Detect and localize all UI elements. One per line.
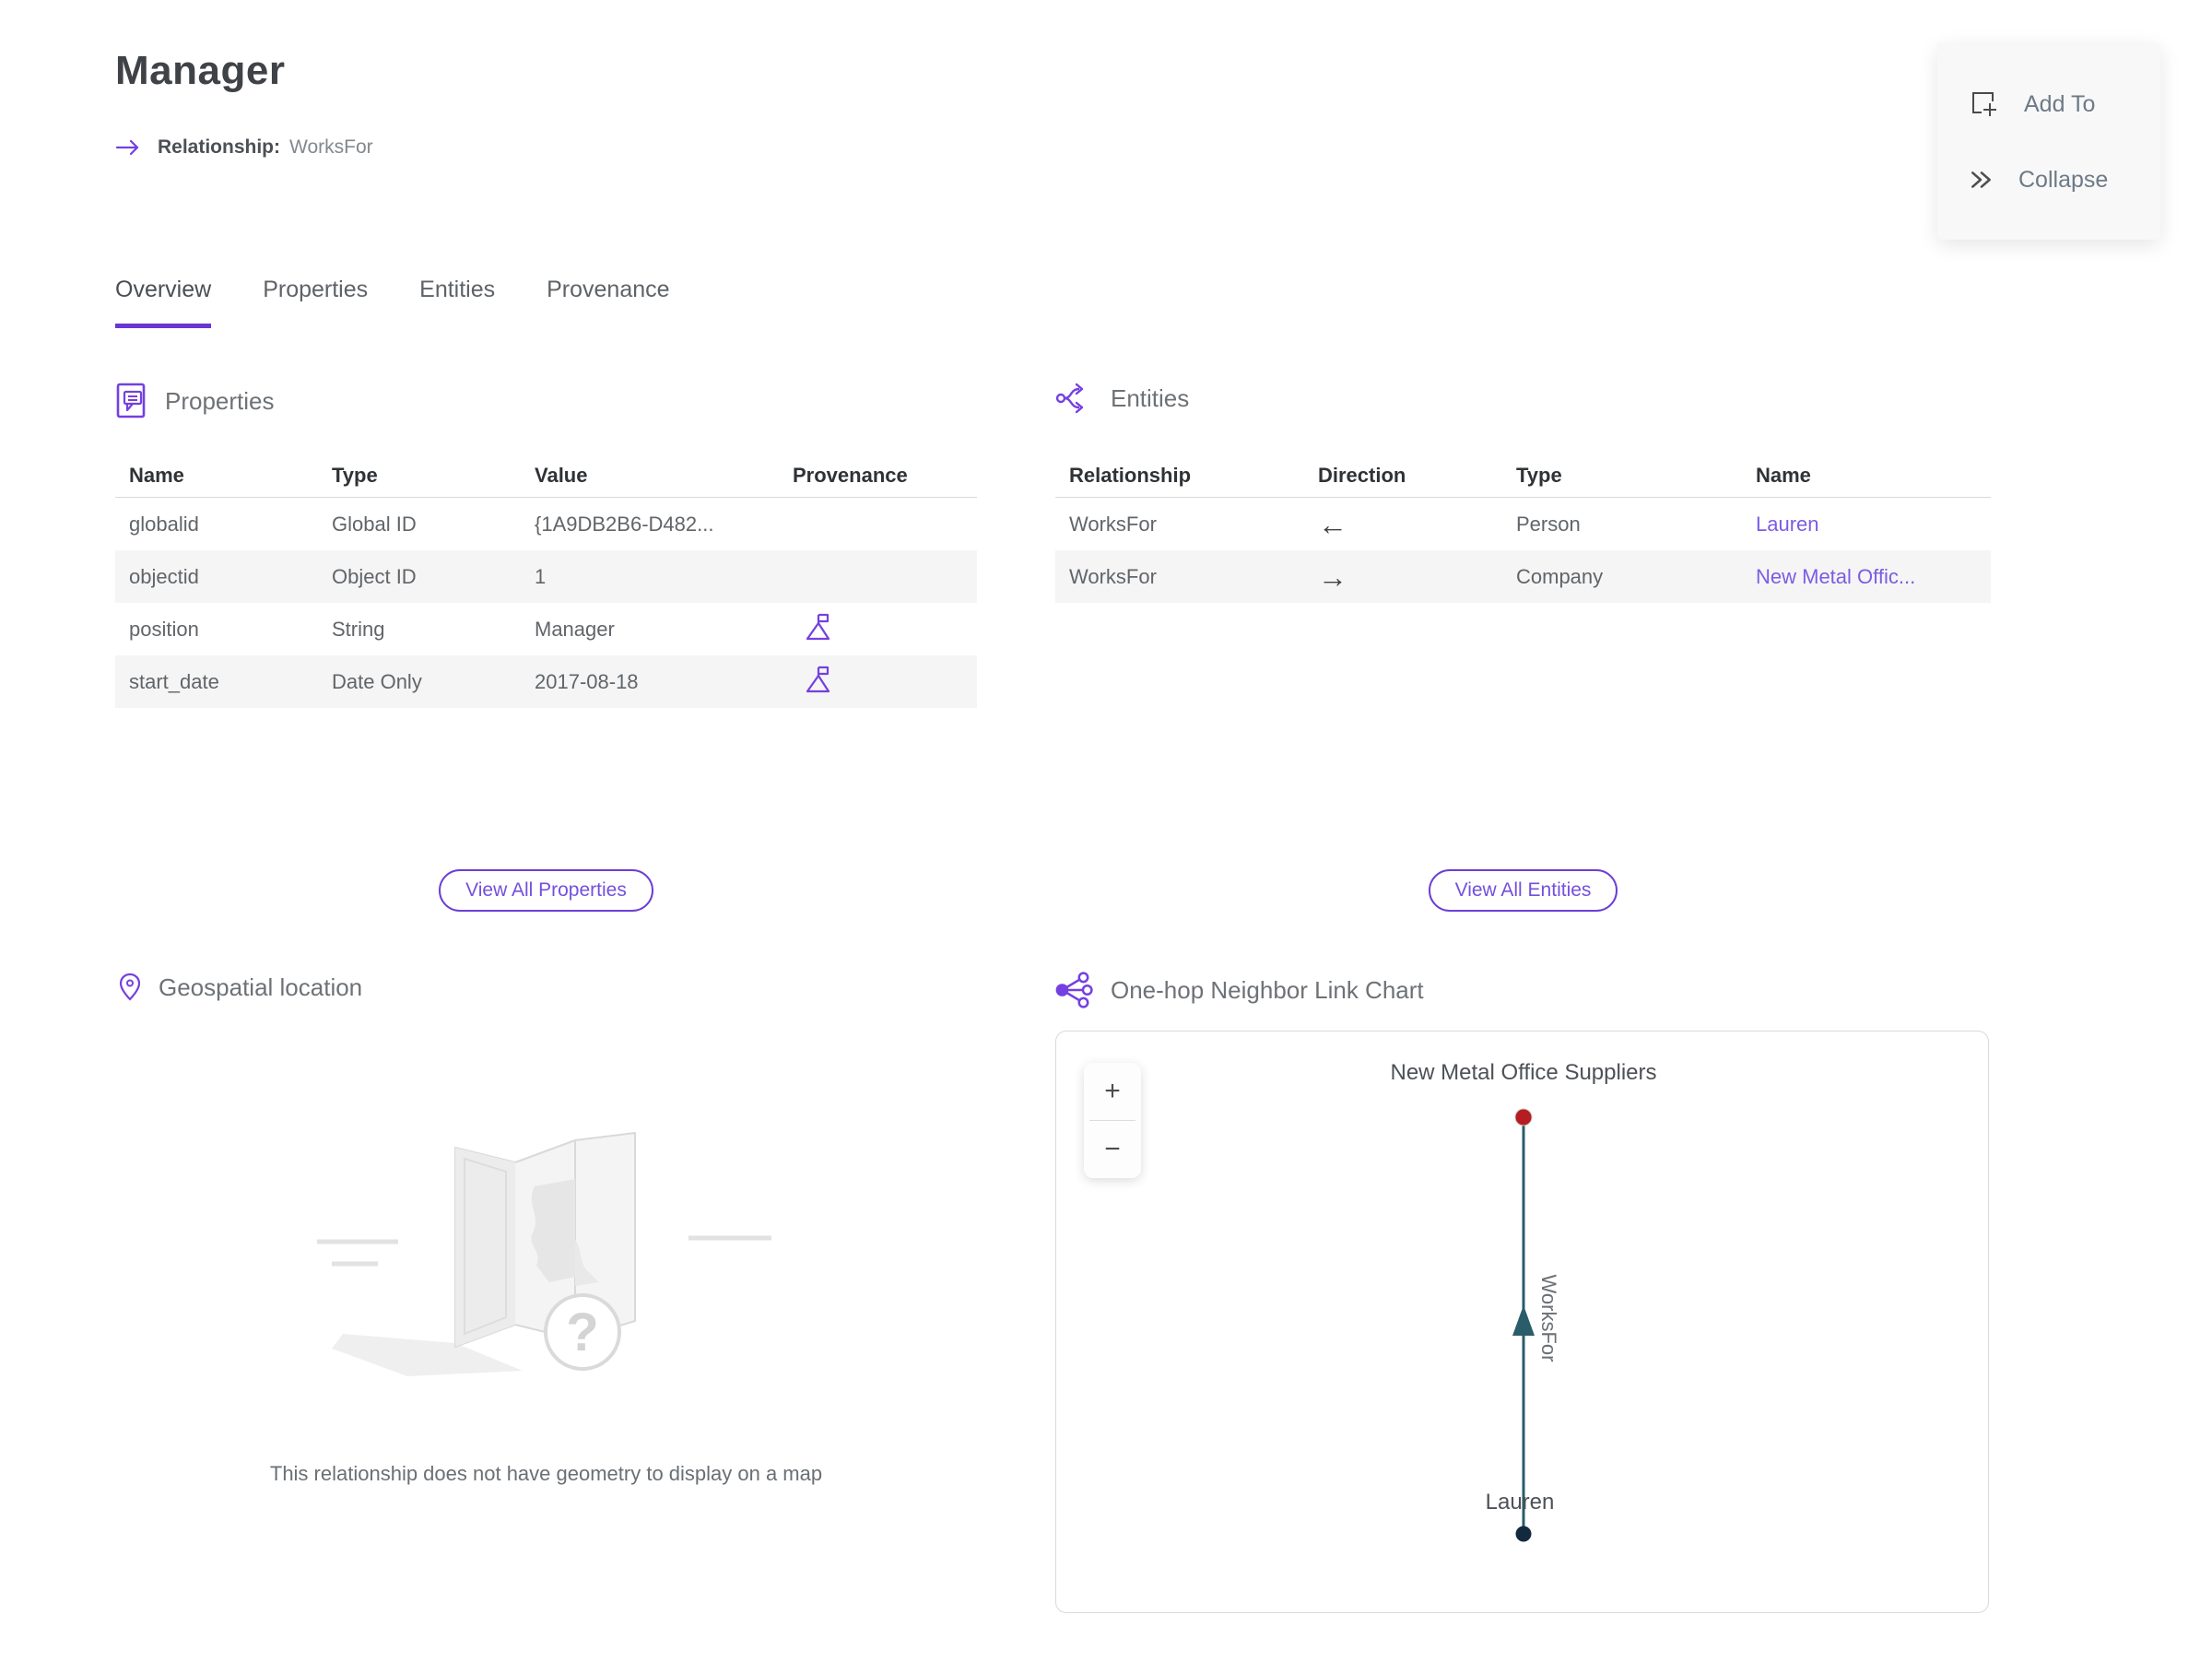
view-all-properties-button[interactable]: View All Properties bbox=[439, 869, 653, 912]
link-chart-section-header: One-hop Neighbor Link Chart bbox=[1053, 972, 1424, 1008]
edge-arrowhead bbox=[1512, 1305, 1535, 1336]
prop-type: String bbox=[332, 617, 385, 641]
double-chevron-right-icon bbox=[1969, 167, 1994, 193]
tab-bar: Overview Properties Entities Provenance bbox=[115, 277, 670, 328]
subtitle-value: WorksFor bbox=[289, 136, 373, 158]
col-name: Name bbox=[129, 463, 184, 487]
prop-name: start_date bbox=[129, 669, 219, 693]
col-provenance: Provenance bbox=[793, 463, 908, 487]
col-name: Name bbox=[1756, 463, 1811, 487]
direction-arrow-icon: ← bbox=[1318, 507, 1347, 541]
map-pin-icon bbox=[118, 972, 142, 1003]
breadcrumb: Relationship: WorksFor bbox=[115, 136, 373, 159]
node-label-bottom: Lauren bbox=[1486, 1490, 1555, 1515]
actions-panel: Add To Collapse bbox=[1937, 42, 2160, 240]
zoom-in-button[interactable]: + bbox=[1084, 1063, 1141, 1120]
entity-relationship: WorksFor bbox=[1069, 564, 1157, 588]
prop-value: 1 bbox=[535, 564, 547, 588]
prop-value: {1A9DB2B6-D482... bbox=[535, 512, 714, 536]
zoom-controls: + − bbox=[1084, 1063, 1141, 1178]
col-direction: Direction bbox=[1318, 463, 1406, 487]
properties-icon bbox=[115, 382, 148, 420]
table-row: objectid Object ID 1 bbox=[115, 550, 977, 603]
entity-type: Person bbox=[1516, 512, 1581, 536]
node-label-top: New Metal Office Suppliers bbox=[1390, 1060, 1656, 1085]
add-to-icon bbox=[1969, 88, 2000, 120]
prop-name: globalid bbox=[129, 512, 199, 536]
table-row: WorksFor ← Person Lauren bbox=[1055, 498, 1991, 550]
share-network-icon bbox=[1053, 972, 1094, 1008]
entities-table-header: Relationship Direction Type Name bbox=[1055, 454, 1991, 498]
collapse-label: Collapse bbox=[2018, 166, 2109, 193]
edge-label: WorksFor bbox=[1537, 1275, 1560, 1362]
col-value: Value bbox=[535, 463, 588, 487]
node-company[interactable] bbox=[1514, 1108, 1533, 1126]
col-type: Type bbox=[332, 463, 378, 487]
provenance-flag-icon[interactable] bbox=[793, 612, 977, 647]
col-relationship: Relationship bbox=[1069, 463, 1192, 487]
map-placeholder-illustration: ? bbox=[306, 1102, 785, 1392]
properties-table-header: Name Type Value Provenance bbox=[115, 454, 977, 498]
question-mark-glyph: ? bbox=[566, 1303, 598, 1362]
entity-relationship: WorksFor bbox=[1069, 512, 1157, 536]
prop-type: Date Only bbox=[332, 669, 422, 693]
properties-table: Name Type Value Provenance globalid Glob… bbox=[115, 454, 977, 708]
link-chart-canvas[interactable]: WorksFor New Metal Office Suppliers Laur… bbox=[1055, 1031, 1989, 1613]
zoom-out-button[interactable]: − bbox=[1084, 1121, 1141, 1178]
table-row: position String Manager bbox=[115, 603, 977, 655]
geospatial-empty-message: This relationship does not have geometry… bbox=[269, 1462, 823, 1485]
table-row: WorksFor → Company New Metal Offic... bbox=[1055, 550, 1991, 603]
entities-icon bbox=[1055, 382, 1094, 415]
prop-type: Object ID bbox=[332, 564, 417, 588]
tab-entities[interactable]: Entities bbox=[419, 277, 495, 328]
add-to-label: Add To bbox=[2024, 90, 2096, 117]
tab-overview[interactable]: Overview bbox=[115, 277, 212, 328]
add-to-button[interactable]: Add To bbox=[1969, 88, 2160, 120]
provenance-flag-icon[interactable] bbox=[793, 665, 977, 700]
prop-name: position bbox=[129, 617, 199, 641]
subtitle-label: Relationship: bbox=[158, 136, 281, 158]
entity-name-link[interactable]: Lauren bbox=[1756, 513, 1991, 536]
tab-properties[interactable]: Properties bbox=[263, 277, 368, 328]
link-chart-section-title: One-hop Neighbor Link Chart bbox=[1111, 975, 1424, 1004]
relationship-arrow-icon bbox=[115, 136, 141, 159]
prop-value: 2017-08-18 bbox=[535, 669, 639, 693]
link-chart-graph: WorksFor New Metal Office Suppliers Laur… bbox=[1390, 1060, 1657, 1542]
prop-type: Global ID bbox=[332, 512, 417, 536]
collapse-button[interactable]: Collapse bbox=[1969, 167, 2160, 194]
table-row: start_date Date Only 2017-08-18 bbox=[115, 655, 977, 708]
entities-table: Relationship Direction Type Name WorksFo… bbox=[1055, 454, 1991, 603]
relationship-detail-page: Manager Relationship: WorksFor Add To Co… bbox=[0, 0, 2212, 1674]
properties-section-title: Properties bbox=[165, 386, 275, 415]
entities-section-title: Entities bbox=[1111, 383, 1190, 412]
prop-value: Manager bbox=[535, 617, 615, 641]
view-all-entities-button[interactable]: View All Entities bbox=[1428, 869, 1618, 912]
node-person[interactable] bbox=[1515, 1526, 1532, 1542]
col-type: Type bbox=[1516, 463, 1562, 487]
page-title: Manager bbox=[115, 48, 286, 93]
geospatial-section-header: Geospatial location bbox=[118, 972, 362, 1003]
prop-name: objectid bbox=[129, 564, 199, 588]
properties-section-header: Properties bbox=[115, 382, 275, 420]
tab-provenance[interactable]: Provenance bbox=[547, 277, 669, 328]
entity-type: Company bbox=[1516, 564, 1604, 588]
geospatial-section-title: Geospatial location bbox=[159, 973, 363, 1001]
direction-arrow-icon: → bbox=[1318, 560, 1347, 594]
entity-name-link[interactable]: New Metal Offic... bbox=[1756, 565, 1991, 589]
table-row: globalid Global ID {1A9DB2B6-D482... bbox=[115, 498, 977, 550]
entities-section-header: Entities bbox=[1055, 382, 1189, 415]
